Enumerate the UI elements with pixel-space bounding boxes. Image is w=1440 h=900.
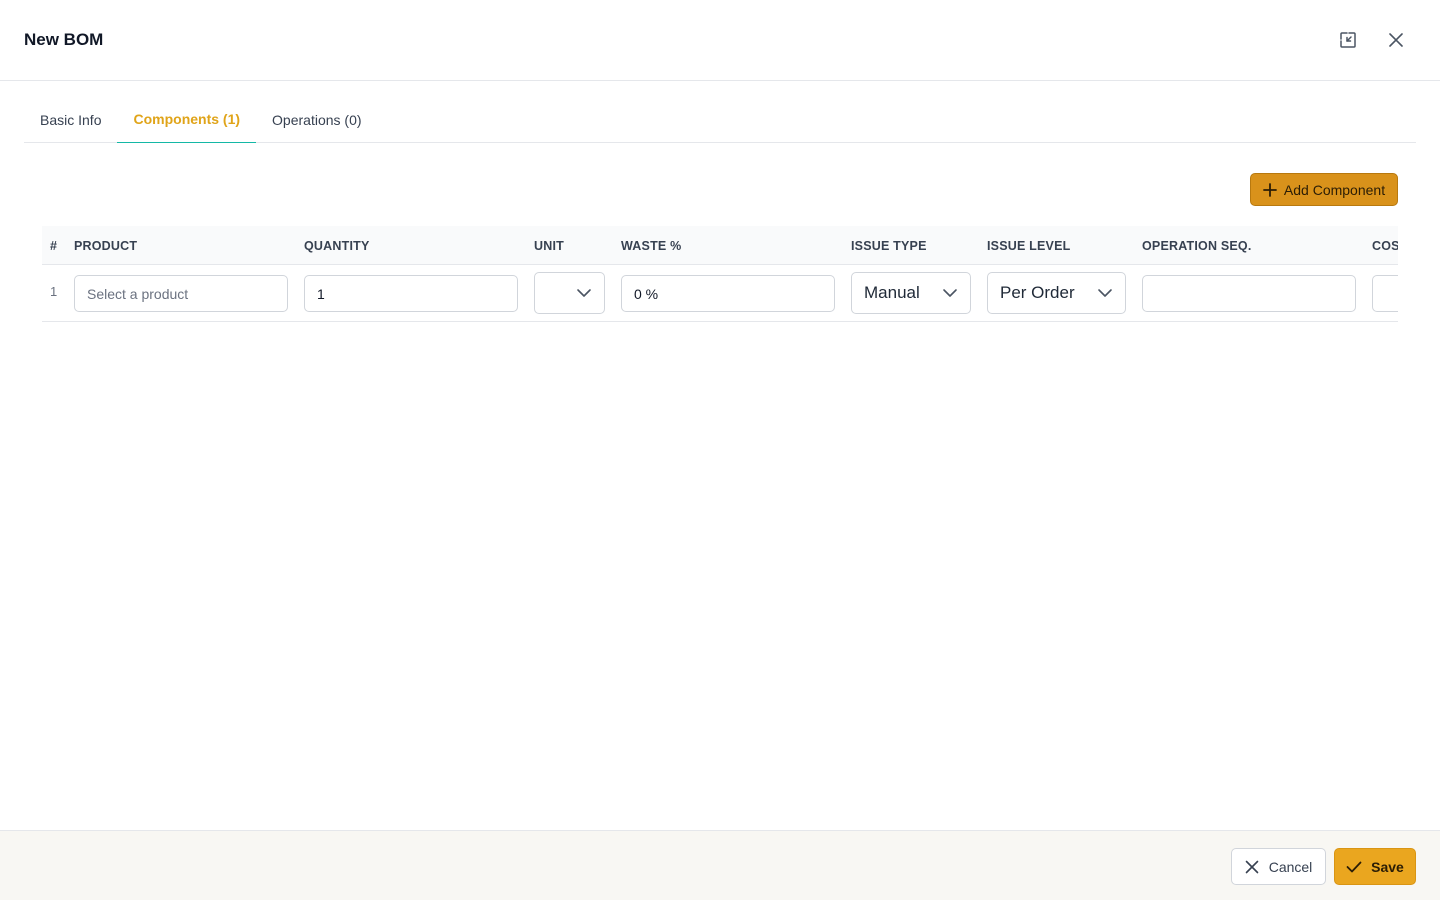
quantity-input[interactable]: 1: [304, 275, 518, 312]
col-cost: COS: [1372, 238, 1398, 253]
product-select[interactable]: Select a product: [74, 275, 288, 312]
issue-level-select[interactable]: Per Order: [987, 272, 1126, 314]
issue-type-value: Manual: [864, 283, 920, 302]
modal-footer: Cancel Save: [0, 830, 1440, 900]
add-component-button[interactable]: Add Component: [1250, 173, 1398, 206]
issue-type-select[interactable]: Manual: [851, 272, 971, 314]
tab-components[interactable]: Components (1): [117, 100, 257, 143]
minimize-icon: [1340, 32, 1356, 48]
issue-level-value: Per Order: [1000, 283, 1075, 302]
col-unit: UNIT: [534, 238, 564, 253]
col-issue-type: ISSUE TYPE: [851, 238, 927, 253]
col-waste: WASTE %: [621, 238, 682, 253]
col-quantity: QUANTITY: [304, 238, 370, 253]
minimize-button[interactable]: [1334, 26, 1362, 54]
close-button[interactable]: [1382, 26, 1410, 54]
tab-basic-info[interactable]: Basic Info: [24, 100, 117, 143]
cancel-label: Cancel: [1268, 858, 1313, 875]
cancel-button[interactable]: Cancel: [1231, 848, 1326, 885]
chevron-down-icon: [576, 285, 592, 301]
components-table: # PRODUCT QUANTITY UNIT WASTE % ISSUE TY…: [42, 226, 1398, 326]
bom-modal: New BOM Basic Info Components (1) Operat…: [0, 0, 1440, 900]
close-icon: [1245, 860, 1259, 873]
close-icon: [1389, 33, 1403, 47]
plus-icon: [1263, 182, 1277, 197]
save-label: Save: [1371, 858, 1404, 875]
col-issue-level: ISSUE LEVEL: [987, 238, 1071, 253]
tab-operations[interactable]: Operations (0): [256, 100, 377, 143]
add-component-label: Add Component: [1283, 181, 1386, 198]
row-index: 1: [50, 284, 58, 299]
col-operation-seq: OPERATION SEQ.: [1142, 238, 1252, 253]
table-row: 1 Select a product 1 0 % Manual Per Orde…: [42, 265, 1398, 322]
tab-bar: Basic Info Components (1) Operations (0): [24, 100, 1416, 143]
cost-input[interactable]: [1372, 275, 1398, 312]
waste-input[interactable]: 0 %: [621, 275, 835, 312]
operation-seq-input[interactable]: [1142, 275, 1356, 312]
col-product: PRODUCT: [74, 238, 138, 253]
check-icon: [1346, 861, 1362, 872]
unit-select[interactable]: [534, 272, 605, 314]
chevron-down-icon: [942, 285, 958, 301]
chevron-down-icon: [1097, 285, 1113, 301]
save-button[interactable]: Save: [1334, 848, 1416, 885]
modal-title: New BOM: [24, 30, 104, 49]
col-index: #: [50, 238, 58, 253]
modal-header: New BOM: [0, 0, 1440, 81]
table-header: # PRODUCT QUANTITY UNIT WASTE % ISSUE TY…: [42, 226, 1398, 265]
